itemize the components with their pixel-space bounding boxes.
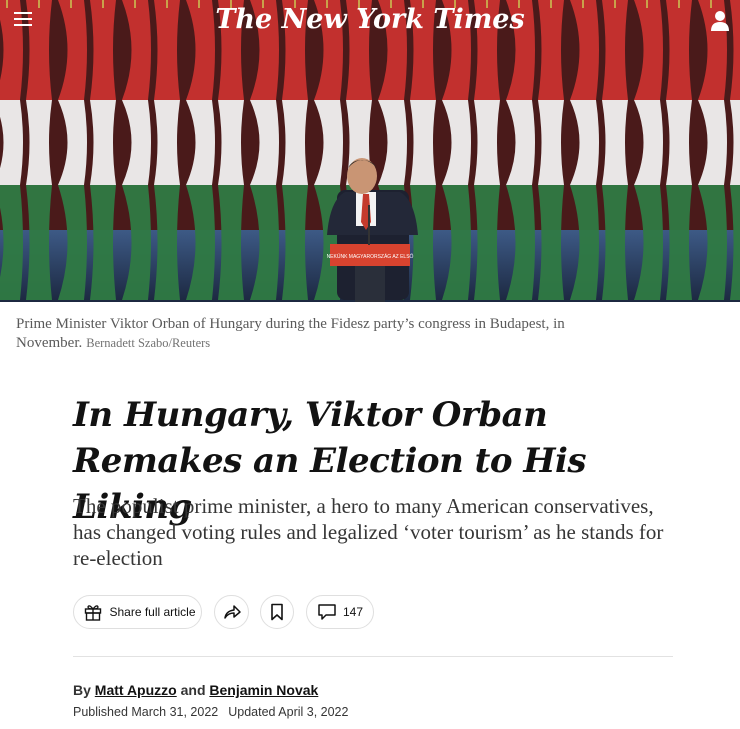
share-full-article-button[interactable]: Share full article	[73, 595, 202, 629]
flag-stripe	[666, 185, 692, 300]
article-summary: The populist prime minister, a hero to m…	[73, 494, 664, 570]
gift-icon	[85, 605, 102, 621]
save-button[interactable]	[260, 595, 294, 629]
flag-stripe	[90, 100, 116, 185]
flag-stripe	[26, 100, 52, 185]
flag-stripe	[602, 100, 628, 185]
article-dates: Published March 31, 2022 Updated April 3,…	[73, 705, 348, 719]
flag-stripe	[538, 185, 564, 300]
headline-line-1: In Hungary, Viktor Orban	[73, 395, 548, 435]
flag-stripe	[538, 100, 564, 185]
flag-stripe	[90, 185, 116, 300]
divider	[73, 656, 673, 657]
published-date: Published March 31, 2022	[73, 705, 219, 719]
flag-stripe	[218, 185, 244, 300]
flag-stripe	[474, 185, 500, 300]
account-button[interactable]	[710, 10, 730, 32]
flag-stripe	[282, 100, 308, 185]
flag-stripe	[410, 185, 436, 300]
flag-stripe	[474, 100, 500, 185]
share-button[interactable]	[214, 595, 249, 629]
svg-text:NEKÜNK MAGYARORSZÁG AZ ELSŐ: NEKÜNK MAGYARORSZÁG AZ ELSŐ	[327, 253, 414, 260]
user-icon	[711, 11, 729, 31]
author-link-benjamin-novak[interactable]: Benjamin Novak	[209, 682, 318, 698]
flag-stripe	[410, 100, 436, 185]
flag-stripe	[282, 185, 308, 300]
flag-stripe	[154, 185, 180, 300]
byline-prefix: By	[73, 682, 91, 698]
flag-stripe	[666, 100, 692, 185]
byline-conjunction: and	[180, 682, 206, 698]
updated-date: Updated April 3, 2022	[228, 705, 349, 719]
bookmark-icon	[271, 603, 283, 621]
nyt-logo[interactable]: The New York Times	[0, 4, 740, 35]
comment-count: 147	[342, 605, 364, 619]
flag-stripe	[26, 185, 52, 300]
flag-stripe	[218, 100, 244, 185]
share-arrow-icon	[223, 605, 241, 619]
flag-stripe	[154, 100, 180, 185]
hero-photo-flags: NEKÜNK MAGYARORSZÁG AZ ELSŐ	[0, 0, 740, 302]
byline: By Matt Apuzzo and Benjamin Novak	[73, 682, 318, 698]
comments-button[interactable]: 147	[306, 595, 374, 629]
flag-stripe	[602, 185, 628, 300]
comment-icon	[318, 604, 336, 620]
photo-credit: Bernadett Szabo/Reuters	[86, 336, 211, 350]
hero-image: NEKÜNK MAGYARORSZÁG AZ ELSŐ The New York…	[0, 0, 740, 302]
author-link-matt-apuzzo[interactable]: Matt Apuzzo	[95, 682, 177, 698]
share-full-article-label: Share full article	[109, 605, 196, 619]
image-caption: Prime Minister Viktor Orban of Hungary d…	[16, 315, 656, 353]
